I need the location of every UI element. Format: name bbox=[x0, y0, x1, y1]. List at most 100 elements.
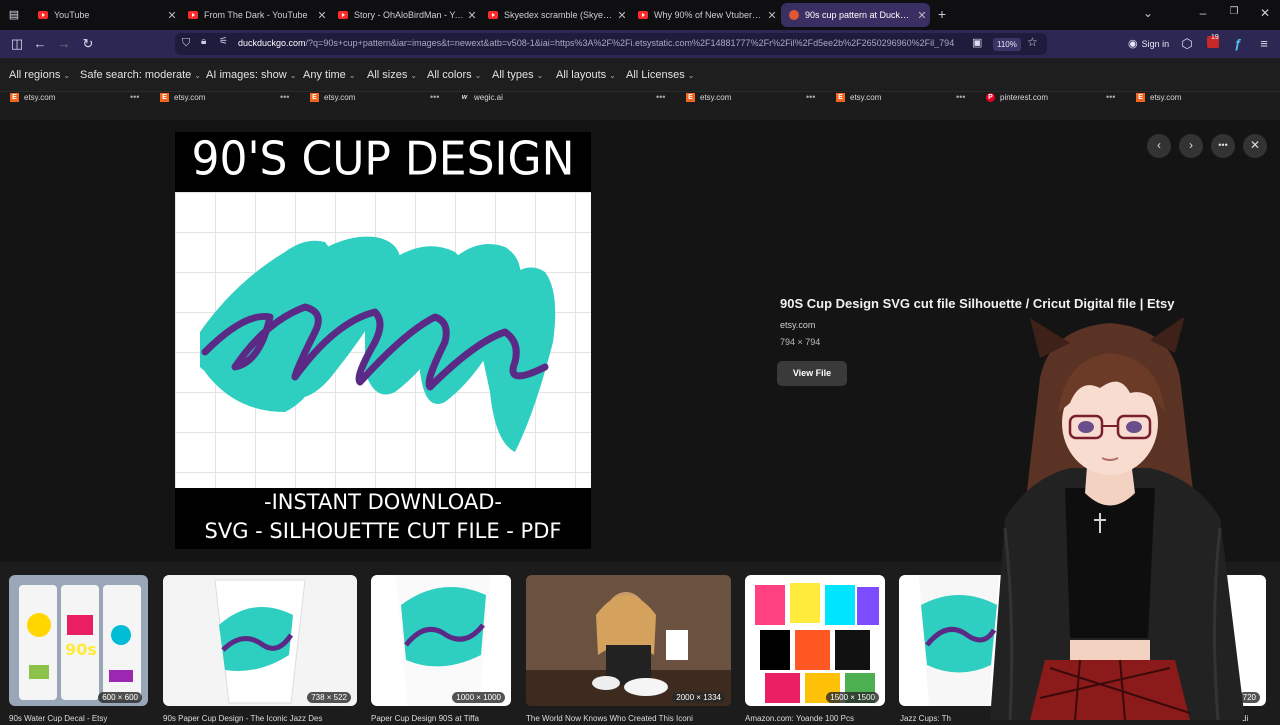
thumbnail[interactable]: 738 × 522 bbox=[163, 575, 357, 706]
tab-story[interactable]: Story - OhAloBirdMan - YouTub ✕ bbox=[330, 3, 480, 27]
back-icon[interactable]: ← bbox=[31, 35, 49, 53]
image-dimensions: 794 × 794 bbox=[780, 337, 821, 347]
source-item[interactable]: Eetsy.com bbox=[1136, 93, 1181, 102]
minimize-icon[interactable]: – bbox=[1193, 6, 1213, 20]
more-options-icon[interactable]: ••• bbox=[1211, 134, 1235, 158]
source-item[interactable]: Ppinterest.com bbox=[986, 93, 1048, 102]
chevron-down-icon: ⌄ bbox=[536, 71, 544, 80]
thumbnail-caption[interactable]: di bbox=[1242, 714, 1272, 723]
tab-skyedex[interactable]: Skyedex scramble (Skyebrows C ✕ bbox=[480, 3, 630, 27]
filter-licenses[interactable]: All Licenses ⌄ bbox=[626, 69, 694, 81]
tab-vtubers[interactable]: Why 90% of New Vtubers FAIL ✕ bbox=[630, 3, 780, 27]
extensions-icon[interactable]: ⬡ bbox=[1178, 35, 1196, 53]
image-source-domain[interactable]: etsy.com bbox=[780, 320, 1174, 330]
tab-actions-icon[interactable]: ▤ bbox=[5, 6, 23, 24]
image-title[interactable]: 90S Cup Design SVG cut file Silhouette /… bbox=[780, 296, 1174, 311]
new-tab-icon[interactable]: + bbox=[932, 6, 952, 22]
filter-sizes[interactable]: All sizes ⌄ bbox=[367, 69, 417, 81]
close-icon[interactable]: ✕ bbox=[164, 9, 180, 22]
zoom-level[interactable]: 110% bbox=[993, 38, 1021, 51]
thumbnail-caption[interactable]: 90s Paper Cup Design - The Iconic Jazz D… bbox=[163, 714, 357, 723]
tab-youtube[interactable]: YouTube ✕ bbox=[30, 3, 180, 27]
extension-badge-icon[interactable]: 19 bbox=[1204, 34, 1222, 53]
bookmark-star-icon[interactable]: ☆ bbox=[1027, 35, 1038, 49]
search-filters: All regions ⌄ Safe search: moderate ⌄ AI i… bbox=[0, 58, 1280, 92]
thumbnail[interactable]: 2000 × 1334 bbox=[526, 575, 731, 706]
close-icon[interactable]: ✕ bbox=[314, 9, 330, 22]
reload-icon[interactable]: ↻ bbox=[79, 35, 97, 53]
image-preview-panel: 90'S CUP DESIGN -INSTANT DOWNLOAD- SVG -… bbox=[0, 120, 1280, 562]
chevron-down-icon: ⌄ bbox=[194, 71, 201, 80]
filter-ai-images[interactable]: AI images: show ⌄ bbox=[206, 69, 296, 81]
filter-time[interactable]: Any time ⌄ bbox=[303, 69, 356, 81]
view-file-button[interactable]: View File bbox=[777, 361, 847, 386]
chevron-down-icon: ⌄ bbox=[63, 71, 71, 80]
sign-in-button[interactable]: ◉ Sign in bbox=[1128, 37, 1169, 50]
thumbnail-caption[interactable]: The World Now Knows Who Created This Ico… bbox=[526, 714, 731, 723]
pinterest-icon: P bbox=[986, 93, 995, 102]
filter-regions[interactable]: All regions ⌄ bbox=[9, 69, 70, 81]
account-icon: ◉ bbox=[1128, 38, 1138, 50]
more-options-icon[interactable]: ••• bbox=[806, 92, 815, 102]
filter-safe-search[interactable]: Safe search: moderate ⌄ bbox=[80, 69, 201, 81]
menu-icon[interactable]: ≡ bbox=[1255, 35, 1273, 53]
tab-duckduckgo[interactable]: 90s cup pattern at DuckDuckGo ✕ bbox=[781, 3, 930, 27]
tab-from-the-dark[interactable]: From The Dark - YouTube ✕ bbox=[180, 3, 330, 27]
thumbnail[interactable]: 1500 × 1500 bbox=[745, 575, 885, 706]
thumbnail-caption[interactable]: Paper Cup Design 90S at Tiffa bbox=[371, 714, 511, 723]
close-icon[interactable]: ✕ bbox=[464, 9, 480, 22]
image-dimensions-badge: 1500 × 1500 bbox=[826, 692, 879, 703]
duckduckgo-icon bbox=[789, 10, 799, 20]
more-options-icon[interactable]: ••• bbox=[956, 92, 965, 102]
more-options-icon[interactable]: ••• bbox=[1106, 92, 1115, 102]
translate-extension-icon[interactable]: ƒ bbox=[1229, 35, 1247, 53]
thumbnail[interactable]: 720 bbox=[899, 575, 1266, 706]
close-window-icon[interactable]: ✕ bbox=[1255, 6, 1275, 20]
thumbnail-caption[interactable]: 90s Water Cup Decal - Etsy bbox=[9, 714, 148, 723]
close-icon[interactable]: ✕ bbox=[764, 9, 780, 22]
source-item[interactable]: Eetsy.com bbox=[310, 93, 355, 102]
url-text[interactable]: duckduckgo.com/?q=90s+cup+pattern&iar=im… bbox=[238, 38, 958, 48]
filter-types[interactable]: All types ⌄ bbox=[492, 69, 543, 81]
site-settings-icon[interactable]: ⚟ bbox=[219, 36, 228, 47]
chevron-down-icon: ⌄ bbox=[289, 71, 297, 80]
youtube-icon bbox=[488, 11, 498, 19]
close-icon[interactable]: ✕ bbox=[614, 9, 630, 22]
source-item[interactable]: Eetsy.com bbox=[10, 93, 55, 102]
thumbnail-caption[interactable]: Jazz Cups: Th bbox=[900, 714, 990, 723]
tab-strip: ▤ YouTube ✕ From The Dark - YouTube ✕ St… bbox=[0, 0, 1280, 30]
source-item[interactable]: Eetsy.com bbox=[836, 93, 881, 102]
extension-badge-count: 19 bbox=[1211, 34, 1219, 41]
close-icon[interactable]: ✕ bbox=[1243, 134, 1267, 158]
source-item[interactable]: Eetsy.com bbox=[160, 93, 205, 102]
tab-title: Story - OhAloBirdMan - YouTub bbox=[354, 10, 464, 20]
image-heading: 90'S CUP DESIGN bbox=[191, 132, 575, 187]
chevron-down-icon: ⌄ bbox=[348, 71, 356, 80]
lock-icon[interactable]: 🔒︎ bbox=[201, 36, 206, 47]
more-options-icon[interactable]: ••• bbox=[430, 92, 439, 102]
chevron-down-icon[interactable]: ⌄ bbox=[1138, 6, 1158, 20]
previous-icon[interactable]: ‹ bbox=[1147, 134, 1171, 158]
image-dimensions-badge: 738 × 522 bbox=[307, 692, 351, 703]
address-bar[interactable]: ⛉ 🔒︎ ⚟ duckduckgo.com/?q=90s+cup+pattern… bbox=[175, 33, 1047, 55]
etsy-icon: E bbox=[1136, 93, 1145, 102]
next-icon[interactable]: › bbox=[1179, 134, 1203, 158]
preview-image[interactable]: 90'S CUP DESIGN -INSTANT DOWNLOAD- SVG -… bbox=[175, 132, 591, 549]
close-icon[interactable]: ✕ bbox=[914, 9, 930, 22]
forward-icon[interactable]: → bbox=[55, 35, 73, 53]
thumbnail[interactable]: 90s 600 × 600 bbox=[9, 575, 148, 706]
filter-layouts[interactable]: All layouts ⌄ bbox=[556, 69, 616, 81]
thumbnail-caption[interactable]: Amazon.com: Yoande 100 Pcs bbox=[745, 714, 885, 723]
source-item[interactable]: w wegic.ai bbox=[460, 93, 503, 102]
thumbnail[interactable]: 1000 × 1000 bbox=[371, 575, 511, 706]
image-footer-line-1: -INSTANT DOWNLOAD- bbox=[264, 490, 502, 514]
more-options-icon[interactable]: ••• bbox=[656, 92, 665, 102]
filter-colors[interactable]: All colors ⌄ bbox=[427, 69, 481, 81]
maximize-icon[interactable]: ❐ bbox=[1224, 6, 1244, 17]
reader-mode-icon[interactable]: ▣ bbox=[972, 36, 982, 49]
sidebar-icon[interactable]: ◫ bbox=[8, 35, 26, 53]
source-item[interactable]: Eetsy.com bbox=[686, 93, 731, 102]
shield-icon[interactable]: ⛉ bbox=[182, 37, 190, 50]
more-options-icon[interactable]: ••• bbox=[280, 92, 289, 102]
more-options-icon[interactable]: ••• bbox=[130, 92, 139, 102]
